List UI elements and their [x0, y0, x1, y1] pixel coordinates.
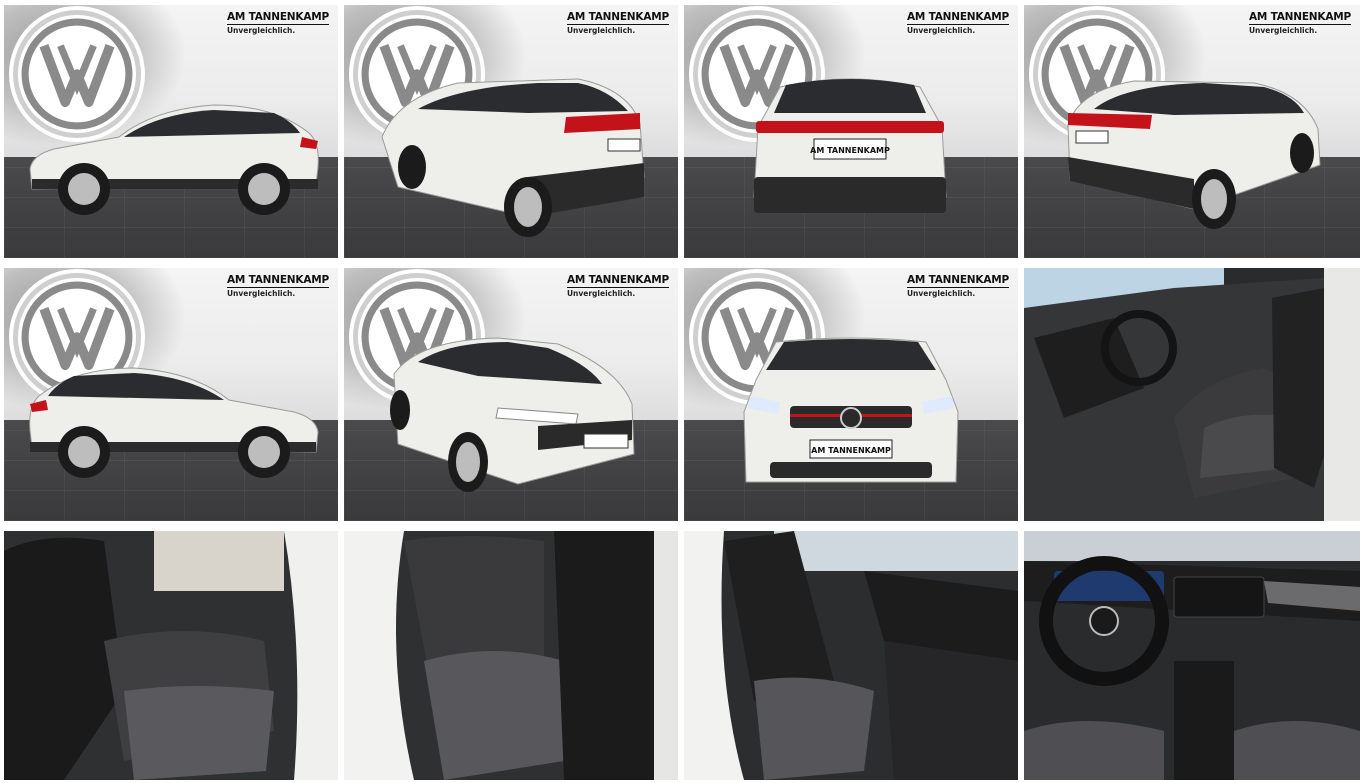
photo-thumbnail-7[interactable]: AM TANNENKAMP Unvergleichlich. AM TANNEN… — [684, 268, 1018, 521]
dealer-claim: Unvergleichlich. — [906, 289, 976, 298]
dealer-branding: AM TANNENKAMP Unvergleichlich. — [226, 274, 329, 298]
car-rear-three-quarter-right — [1064, 69, 1324, 235]
dealer-name: AM TANNENKAMP — [566, 274, 669, 288]
dealer-branding: AM TANNENKAMP Unvergleichlich. — [566, 11, 669, 35]
car-side-left — [24, 97, 324, 225]
dealer-name: AM TANNENKAMP — [1248, 11, 1351, 25]
car-front: AM TANNENKAMP — [740, 334, 962, 492]
photo-thumbnail-12[interactable] — [1024, 531, 1360, 780]
photo-thumbnail-3[interactable]: AM TANNENKAMP Unvergleichlich. AM TANNEN… — [684, 5, 1018, 258]
dealer-branding: AM TANNENKAMP Unvergleichlich. — [226, 11, 329, 35]
dealer-name: AM TANNENKAMP — [566, 11, 669, 25]
dealer-claim: Unvergleichlich. — [226, 289, 296, 298]
interior-front-seats — [1024, 268, 1360, 521]
license-plate: AM TANNENKAMP — [810, 146, 890, 155]
dealer-claim: Unvergleichlich. — [226, 26, 296, 35]
license-plate: AM TANNENKAMP — [811, 446, 891, 455]
interior-cockpit — [1024, 531, 1360, 780]
dealer-branding: AM TANNENKAMP Unvergleichlich. — [1248, 11, 1351, 35]
dealer-branding: AM TANNENKAMP Unvergleichlich. — [566, 274, 669, 298]
photo-thumbnail-1[interactable]: AM TANNENKAMP Unvergleichlich. — [4, 5, 338, 258]
dealer-name: AM TANNENKAMP — [226, 11, 329, 25]
dealer-branding: AM TANNENKAMP Unvergleichlich. — [906, 11, 1009, 35]
photo-thumbnail-2[interactable]: AM TANNENKAMP Unvergleichlich. — [344, 5, 678, 258]
photo-thumbnail-10[interactable] — [344, 531, 678, 780]
car-rear-three-quarter-left — [378, 67, 648, 237]
photo-thumbnail-4[interactable]: AM TANNENKAMP Unvergleichlich. — [1024, 5, 1360, 258]
interior-passenger-seat — [684, 531, 1018, 780]
photo-thumbnail-11[interactable] — [684, 531, 1018, 780]
interior-rear-seats-right — [344, 531, 678, 780]
car-front-three-quarter — [388, 334, 638, 496]
photo-thumbnail-5[interactable]: AM TANNENKAMP Unvergleichlich. — [4, 268, 338, 521]
dealer-name: AM TANNENKAMP — [906, 274, 1009, 288]
car-side-right — [24, 360, 324, 488]
dealer-branding: AM TANNENKAMP Unvergleichlich. — [906, 274, 1009, 298]
dealer-claim: Unvergleichlich. — [906, 26, 976, 35]
dealer-claim: Unvergleichlich. — [566, 289, 636, 298]
photo-gallery: AM TANNENKAMP Unvergleichlich. AM TANNEN… — [0, 0, 1363, 783]
photo-thumbnail-9[interactable] — [4, 531, 338, 780]
dealer-name: AM TANNENKAMP — [226, 274, 329, 288]
interior-rear-seats-left — [4, 531, 338, 780]
photo-thumbnail-6[interactable]: AM TANNENKAMP Unvergleichlich. — [344, 268, 678, 521]
dealer-claim: Unvergleichlich. — [566, 26, 636, 35]
dealer-claim: Unvergleichlich. — [1248, 26, 1318, 35]
photo-thumbnail-8[interactable] — [1024, 268, 1360, 521]
dealer-name: AM TANNENKAMP — [906, 11, 1009, 25]
car-rear: AM TANNENKAMP — [750, 67, 950, 227]
